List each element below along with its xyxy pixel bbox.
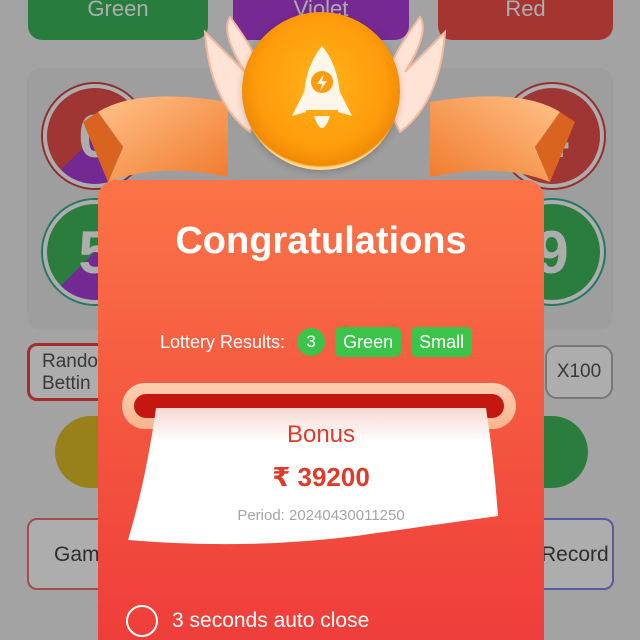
popup-title: Congratulations <box>175 220 467 262</box>
period-number: Period: 20240430011250 <box>237 507 405 524</box>
result-size-chip: Small <box>411 327 473 357</box>
result-number-chip: 3 <box>297 328 326 356</box>
radio-unchecked-icon[interactable] <box>126 605 158 637</box>
bonus-amount: ₹ 39200 <box>272 462 370 492</box>
result-color-chip: Green <box>335 327 402 357</box>
bonus-label: Bonus <box>286 421 356 448</box>
auto-close-label: 3 seconds auto close <box>172 609 370 632</box>
lottery-results-row: Lottery Results: 3 Green Small <box>160 326 473 358</box>
rocket-icon <box>292 46 352 128</box>
auto-close-option[interactable]: 3 seconds auto close <box>126 605 369 637</box>
lottery-results-label: Lottery Results: <box>160 331 286 352</box>
